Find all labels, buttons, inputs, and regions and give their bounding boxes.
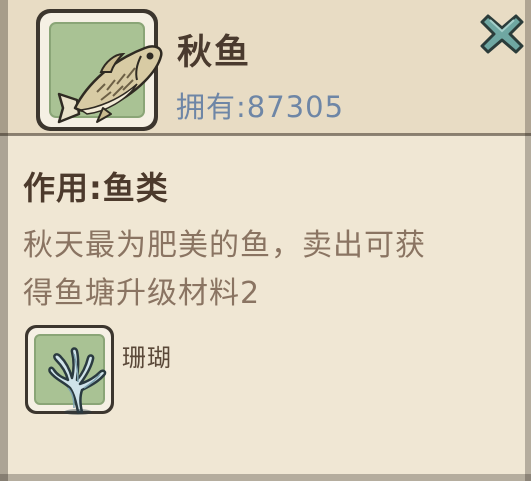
item-icon-frame — [36, 9, 163, 131]
item-description: 秋天最为肥美的鱼，卖出可获 得鱼塘升级材料2 — [23, 222, 503, 318]
item-icon-inner — [40, 13, 163, 127]
description-line-2: 得鱼塘升级材料2 — [23, 276, 261, 311]
panel-edge-right — [525, 0, 531, 481]
description-line-1: 秋天最为肥美的鱼，卖出可获 — [23, 228, 426, 263]
usage-label: 作用:鱼类 — [23, 169, 169, 207]
item-icon-tile — [49, 22, 163, 124]
related-item-tile — [34, 334, 107, 415]
owned-label: 拥有: — [176, 90, 247, 124]
item-name: 秋鱼 — [177, 33, 252, 73]
panel-edge-bottom — [0, 474, 531, 481]
panel-edge-left — [0, 0, 8, 481]
fish-icon — [57, 45, 163, 124]
header-divider — [0, 133, 531, 136]
coral-icon — [48, 347, 107, 415]
owned-value: 87305 — [246, 90, 345, 124]
owned-count: 拥有:87305 — [176, 84, 344, 126]
close-icon[interactable] — [478, 10, 526, 58]
related-item-frame[interactable] — [25, 325, 114, 415]
related-item-inner — [28, 328, 111, 415]
item-detail-panel: 秋鱼 拥有:87305 作用:鱼类 秋天最为肥美的鱼，卖出可获 得鱼塘升级材料2… — [0, 0, 531, 481]
related-item-name: 珊瑚 — [122, 344, 172, 372]
